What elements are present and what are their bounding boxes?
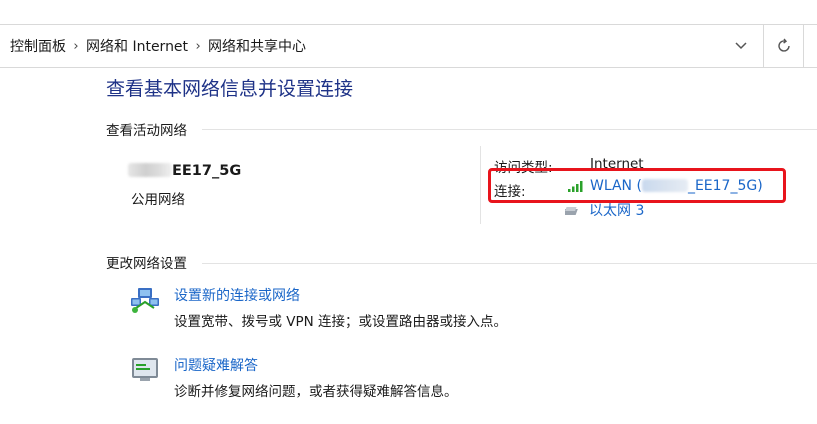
active-networks-heading: 查看活动网络	[106, 123, 187, 139]
address-dropdown-button[interactable]	[728, 33, 754, 59]
refresh-icon	[778, 38, 790, 52]
change-settings-heading: 更改网络设置	[106, 256, 187, 272]
ethernet-icon	[565, 207, 578, 215]
highlight-annotation	[488, 168, 786, 203]
address-bar[interactable]: 控制面板 › 网络和 Internet › 网络和共享中心	[0, 24, 817, 68]
redacted-blur	[128, 163, 172, 177]
network-name: EE17_5G	[128, 163, 241, 179]
page-title: 查看基本网络信息并设置连接	[106, 78, 354, 100]
troubleshoot-description: 诊断并修复网络问题，或者获得疑难解答信息。	[174, 384, 458, 400]
divider	[763, 25, 764, 67]
breadcrumb-control-panel[interactable]: 控制面板	[8, 36, 68, 56]
breadcrumb-separator-icon[interactable]: ›	[68, 39, 84, 54]
chevron-down-icon	[735, 42, 747, 50]
troubleshoot-link[interactable]: 问题疑难解答	[174, 355, 258, 375]
breadcrumb-network-internet[interactable]: 网络和 Internet	[84, 36, 190, 56]
new-connection-description: 设置宽带、拨号或 VPN 连接；或设置路由器或接入点。	[174, 314, 508, 330]
network-setup-icon	[131, 288, 159, 313]
new-connection-link[interactable]: 设置新的连接或网络	[174, 285, 300, 305]
ethernet-connection-link[interactable]: 以太网 3	[565, 200, 644, 220]
divider	[803, 25, 804, 67]
section-divider	[202, 129, 817, 130]
breadcrumb: 控制面板 › 网络和 Internet › 网络和共享中心	[8, 25, 308, 67]
troubleshoot-icon	[132, 358, 158, 381]
breadcrumb-network-sharing-center[interactable]: 网络和共享中心	[206, 36, 308, 56]
vertical-divider	[480, 146, 481, 224]
network-category-link[interactable]: 公用网络	[131, 188, 185, 208]
section-divider	[202, 263, 817, 264]
breadcrumb-separator-icon[interactable]: ›	[190, 39, 206, 54]
refresh-button[interactable]	[770, 33, 798, 59]
